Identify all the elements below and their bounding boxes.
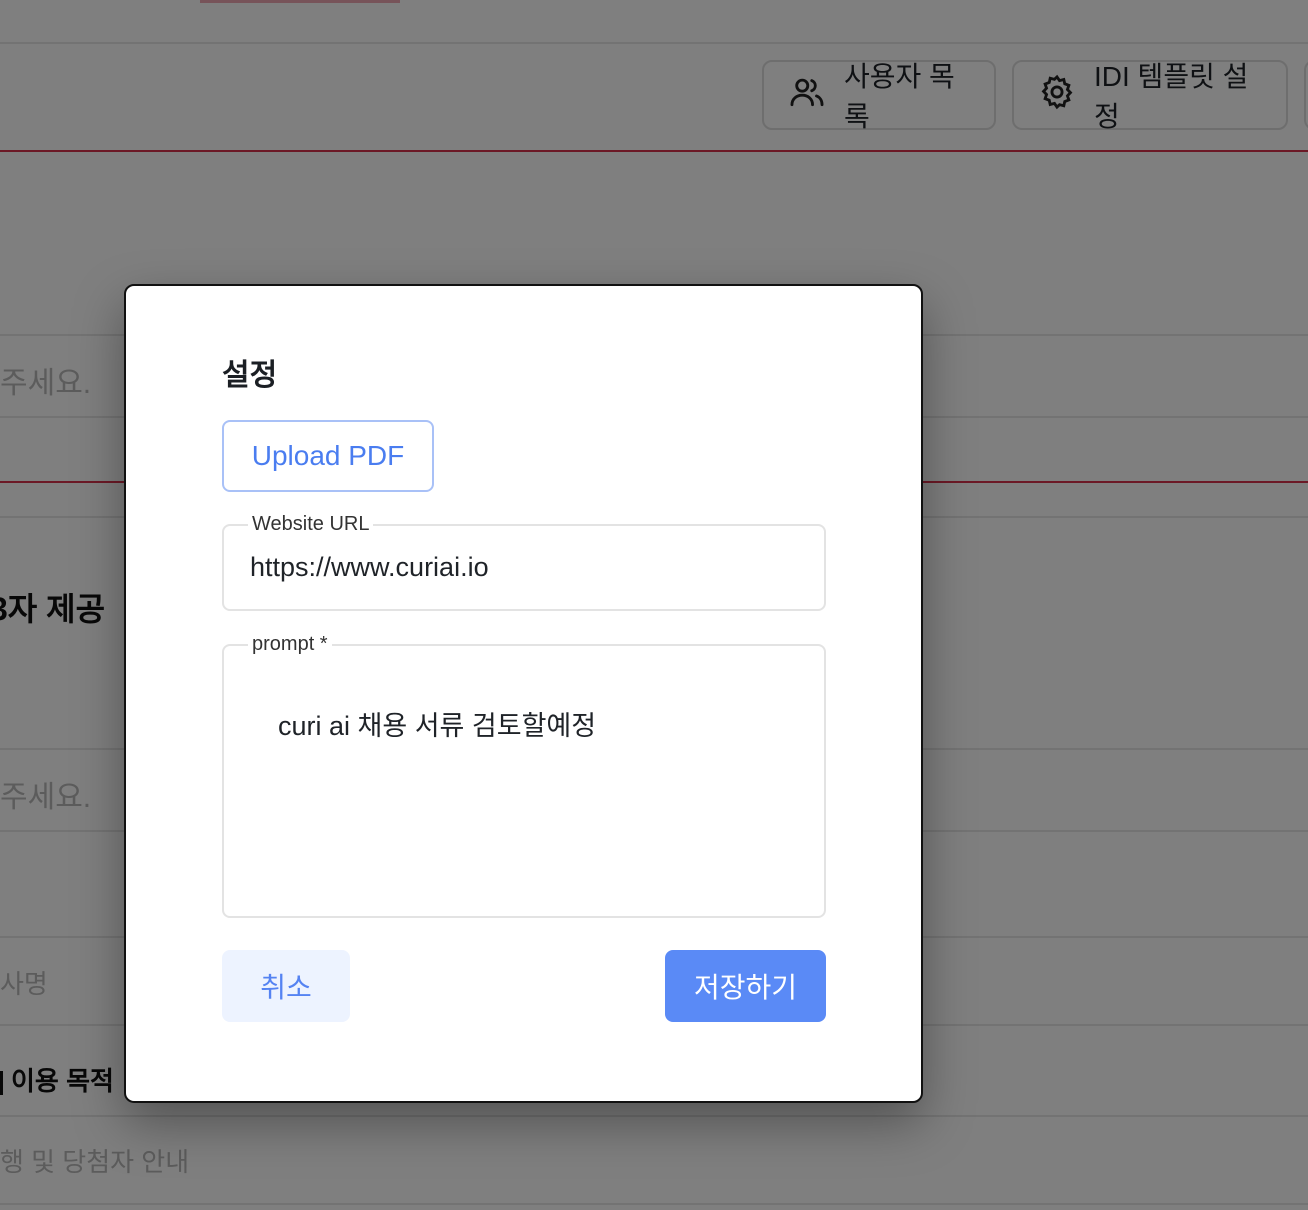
modal-title: 설정	[222, 359, 278, 392]
settings-modal: 설정 Upload PDF Website URL https://www.cu…	[124, 284, 923, 1103]
website-url-value[interactable]: https://www.curiai.io	[250, 552, 489, 583]
website-url-label: Website URL	[248, 510, 374, 538]
cancel-button[interactable]: 취소	[222, 950, 350, 1022]
prompt-value[interactable]: curi ai 채용 서류 검토할예정	[278, 704, 596, 743]
upload-pdf-button[interactable]: Upload PDF	[222, 420, 434, 492]
prompt-field[interactable]: prompt * curi ai 채용 서류 검토할예정	[222, 630, 826, 918]
website-url-field[interactable]: Website URL https://www.curiai.io	[222, 510, 826, 611]
save-button[interactable]: 저장하기	[665, 950, 826, 1022]
prompt-label: prompt *	[248, 630, 332, 658]
